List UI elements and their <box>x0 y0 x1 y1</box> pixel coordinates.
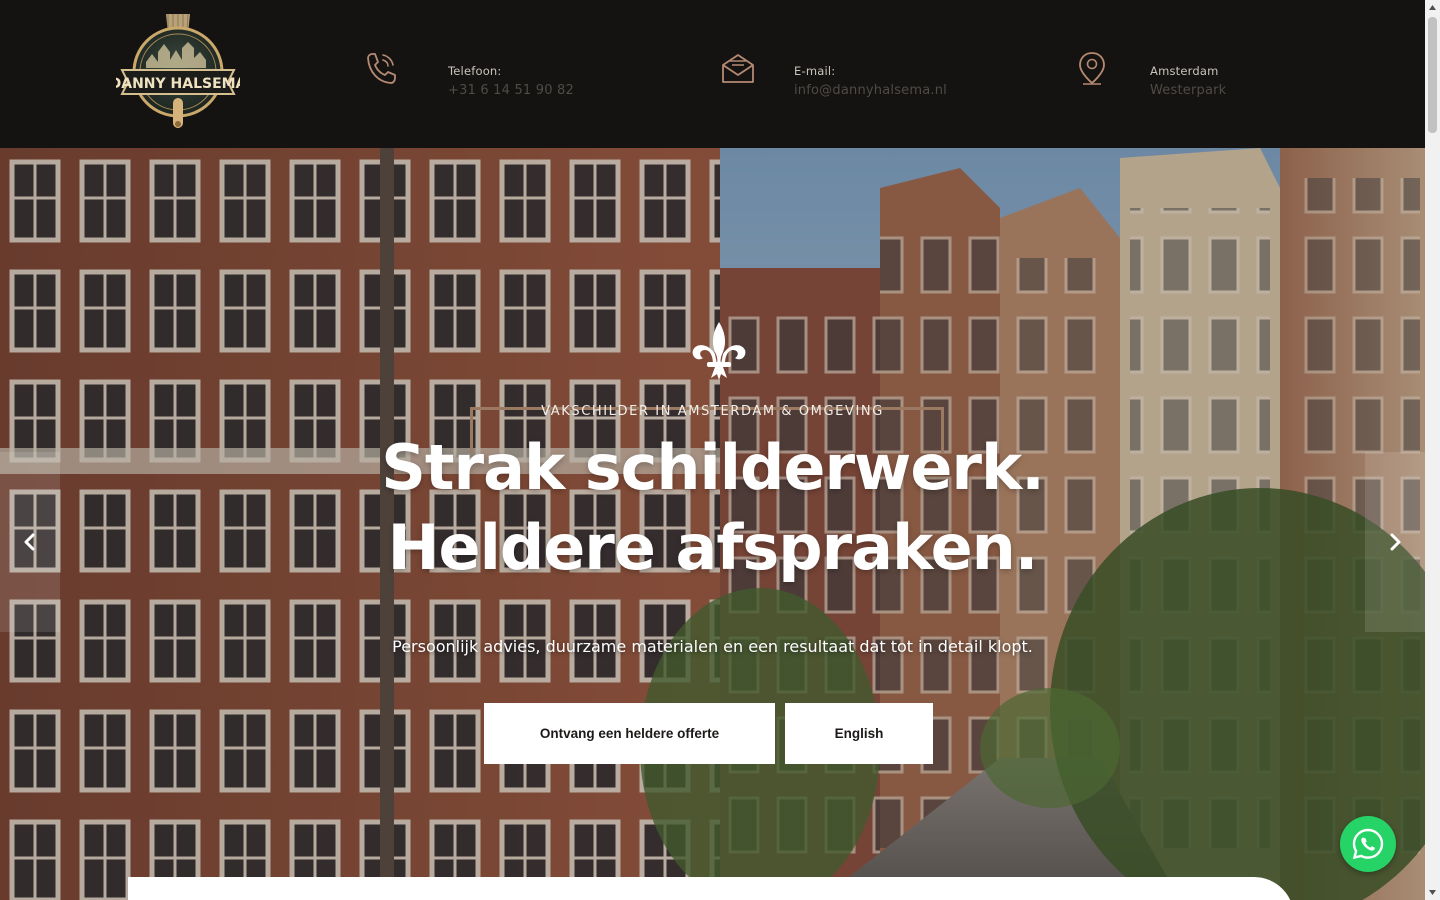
contact-phone[interactable]: Telefoon: +31 6 14 51 90 82 <box>364 50 574 98</box>
headline-line-1: Strak schilderwerk. <box>381 431 1045 504</box>
scrollbar-thumb[interactable] <box>1428 17 1437 133</box>
chevron-right-icon <box>1390 533 1401 551</box>
contact-email[interactable]: E-mail: info@dannyhalsema.nl <box>721 50 947 98</box>
location-label: Amsterdam <box>1150 64 1219 78</box>
scroll-down-button[interactable] <box>1425 885 1440 900</box>
hero-tagline: VAKSCHILDER IN AMSTERDAM & OMGEVING <box>541 404 884 419</box>
slider-prev-button[interactable] <box>0 452 60 632</box>
whatsapp-icon <box>1352 828 1384 860</box>
envelope-icon <box>722 54 754 83</box>
fleur-de-lis-icon <box>692 322 746 380</box>
slider-next-button[interactable] <box>1365 452 1425 632</box>
english-language-button[interactable]: English <box>785 703 933 764</box>
hero-headline: Strak schilderwerk. Heldere afspraken. <box>0 428 1425 588</box>
chevron-left-icon <box>24 533 35 551</box>
logo[interactable]: DANNY HALSEMA <box>116 12 240 136</box>
hero-subline: Persoonlijk advies, duurzame materialen … <box>392 637 1033 656</box>
contact-location[interactable]: Amsterdam Westerpark <box>1076 50 1226 98</box>
map-pin-icon <box>1079 52 1105 85</box>
email-label: E-mail: <box>794 64 836 78</box>
phone-label: Telefoon: <box>448 64 502 78</box>
top-header: DANNY HALSEMA Telefoon: +31 6 14 51 90 8… <box>0 0 1425 148</box>
email-value[interactable]: info@dannyhalsema.nl <box>794 83 947 98</box>
phone-icon <box>367 53 396 84</box>
request-quote-button[interactable]: Ontvang een heldere offerte <box>484 703 775 764</box>
location-value: Westerpark <box>1150 83 1227 98</box>
caret-down-icon <box>1429 890 1436 895</box>
phone-value[interactable]: +31 6 14 51 90 82 <box>448 83 574 98</box>
page-scrollbar[interactable] <box>1425 0 1440 900</box>
logo-text: DANNY HALSEMA <box>116 76 240 92</box>
caret-up-icon <box>1429 5 1436 10</box>
scroll-up-button[interactable] <box>1425 0 1440 15</box>
hero-slider: VAKSCHILDER IN AMSTERDAM & OMGEVING Stra… <box>0 148 1425 900</box>
headline-line-2: Heldere afspraken. <box>387 511 1039 584</box>
content-card-top-edge <box>128 877 1294 900</box>
whatsapp-chat-button[interactable] <box>1340 816 1396 872</box>
